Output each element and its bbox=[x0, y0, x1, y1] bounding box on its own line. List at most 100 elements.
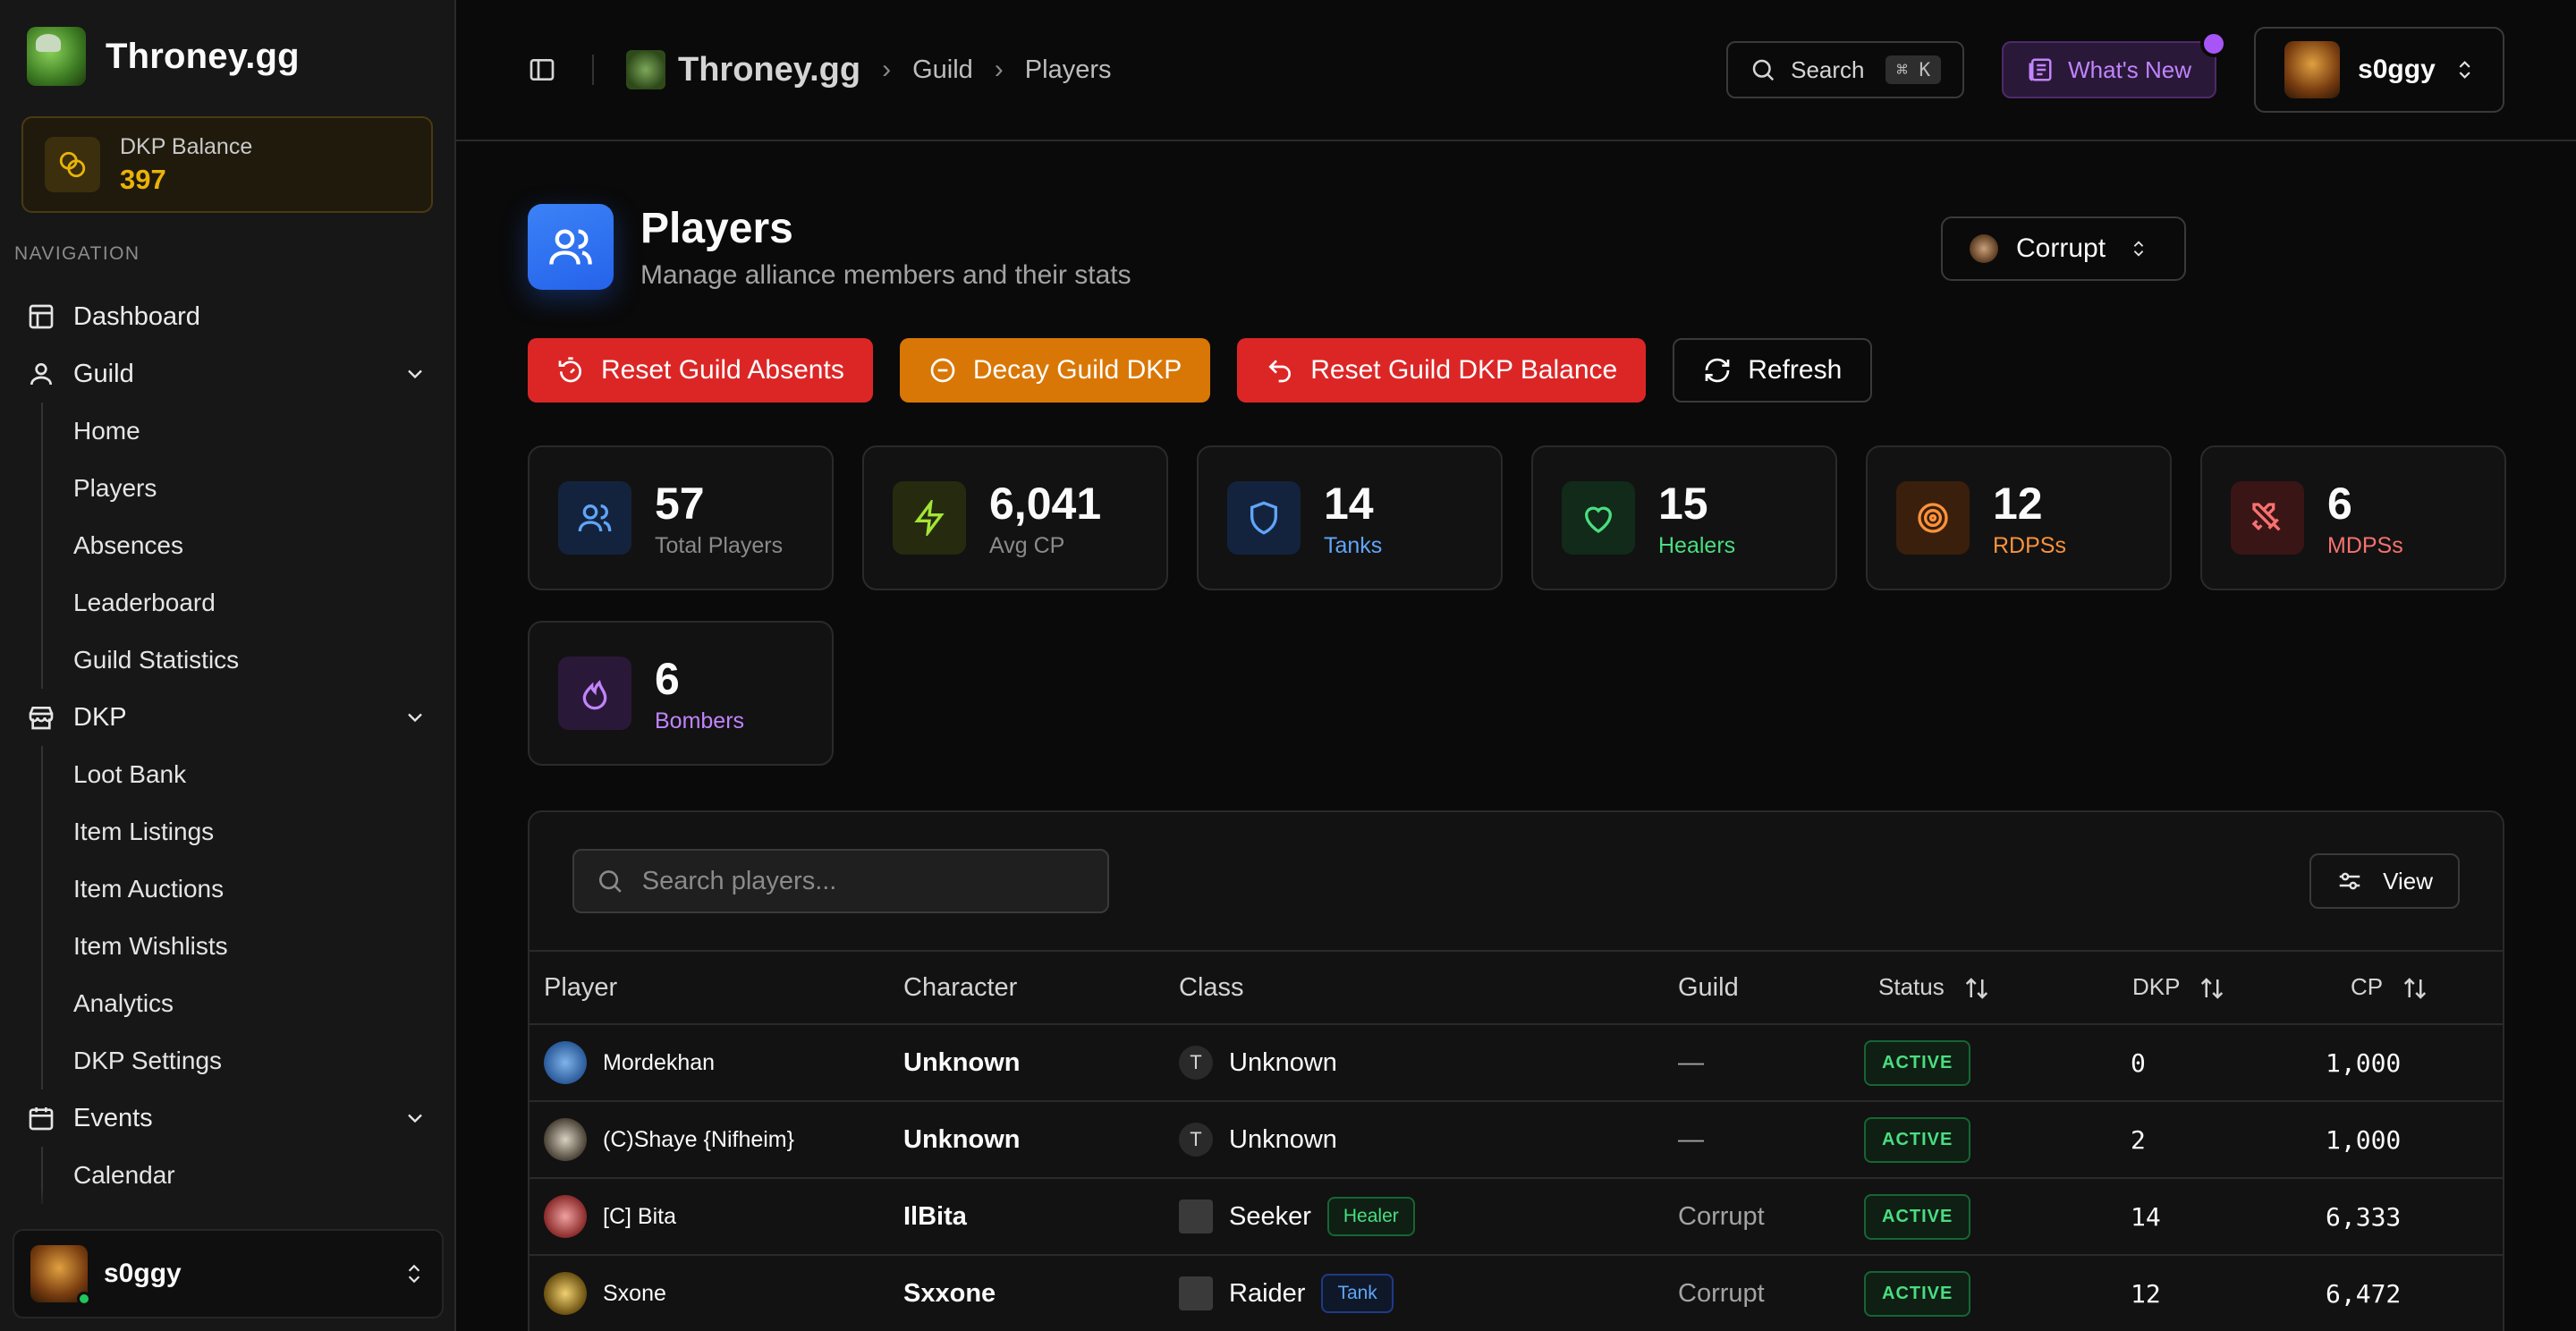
flame-icon bbox=[558, 657, 631, 730]
profile-username: s0ggy bbox=[2358, 55, 2436, 84]
users-icon bbox=[558, 481, 631, 555]
table-row[interactable]: [C] Bita IlBita Seeker Healer Corrupt ACT… bbox=[530, 1178, 2503, 1256]
player-name: (C)Shaye {Nifheim} bbox=[603, 1126, 794, 1152]
app-root: Throney.gg DKP Balance 397 NAVIGATION Da… bbox=[0, 0, 2576, 1331]
brand-logo bbox=[27, 27, 86, 86]
sidebar-item-guild[interactable]: Guild bbox=[0, 345, 454, 403]
dkp-value: 12 bbox=[2106, 1255, 2324, 1331]
column-label: CP bbox=[2351, 972, 2383, 1000]
button-label: Decay Guild DKP bbox=[972, 355, 1182, 385]
reset-guild-dkp-balance-button[interactable]: Reset Guild DKP Balance bbox=[1237, 338, 1647, 403]
search-shortcut: ⌘ K bbox=[1885, 55, 1942, 84]
sidebar-item-leaderboard[interactable]: Leaderboard bbox=[73, 574, 454, 632]
cp-value: 6,333 bbox=[2324, 1178, 2503, 1256]
heart-icon bbox=[1562, 481, 1635, 555]
guild-subnav: Home Players Absences Leaderboard Guild … bbox=[41, 403, 454, 689]
class-name: Raider bbox=[1229, 1278, 1306, 1308]
cp-value: 1,000 bbox=[2324, 1024, 2503, 1102]
column-header-dkp[interactable]: DKP bbox=[2106, 950, 2324, 1025]
sidebar: Throney.gg DKP Balance 397 NAVIGATION Da… bbox=[0, 0, 456, 1331]
sidebar-fade bbox=[0, 1188, 454, 1215]
column-header-cp[interactable]: CP bbox=[2324, 950, 2503, 1025]
class-name: Seeker bbox=[1229, 1201, 1311, 1231]
minus-circle-icon bbox=[930, 358, 955, 383]
stat-value: 15 bbox=[1658, 478, 1708, 529]
chevrons-up-down-icon bbox=[2459, 61, 2470, 79]
breadcrumb-guild[interactable]: Guild bbox=[912, 55, 973, 85]
sidebar-item-item-wishlists[interactable]: Item Wishlists bbox=[73, 918, 454, 975]
table-row[interactable]: (C)Shaye {Nifheim} Unknown T Unknown — AC… bbox=[530, 1101, 2503, 1179]
status-badge: ACTIVE bbox=[1864, 1193, 1971, 1240]
user-icon bbox=[30, 363, 52, 386]
stat-label: Avg CP bbox=[989, 532, 1065, 558]
search-input[interactable] bbox=[641, 866, 1086, 896]
sidebar-item-item-listings[interactable]: Item Listings bbox=[73, 803, 454, 860]
whats-new-button[interactable]: What's New bbox=[2002, 30, 2227, 98]
divider bbox=[592, 55, 594, 85]
dkp-value: 0 bbox=[2106, 1024, 2324, 1102]
profile-menu[interactable]: s0ggy bbox=[2254, 27, 2504, 113]
guild-select-value: Corrupt bbox=[2016, 233, 2106, 263]
sidebar-item-label: DKP bbox=[73, 702, 127, 732]
table-toolbar: View bbox=[530, 812, 2503, 950]
sidebar-item-analytics[interactable]: Analytics bbox=[73, 975, 454, 1032]
view-label: View bbox=[2383, 867, 2433, 894]
brand[interactable]: Throney.gg bbox=[0, 0, 454, 113]
character-name: Unknown bbox=[903, 1024, 1179, 1102]
sidebar-item-events[interactable]: Events bbox=[0, 1089, 454, 1147]
column-header-status[interactable]: Status bbox=[1857, 950, 2106, 1025]
search-button[interactable]: Search ⌘ K bbox=[1726, 41, 1965, 98]
reset-guild-absents-button[interactable]: Reset Guild Absents bbox=[528, 338, 873, 403]
sidebar-item-guild-statistics[interactable]: Guild Statistics bbox=[73, 632, 454, 689]
stat-mdps: 6 MDPSs bbox=[2200, 445, 2506, 590]
role-badge: Healer bbox=[1326, 1197, 1415, 1236]
column-label: Status bbox=[1878, 972, 1945, 1000]
sidebar-user-menu[interactable]: s0ggy bbox=[13, 1229, 444, 1318]
stat-value: 6 bbox=[2327, 478, 2352, 529]
sidebar-item-label: Events bbox=[73, 1103, 153, 1132]
sidebar-item-loot-bank[interactable]: Loot Bank bbox=[73, 746, 454, 803]
stat-value: 12 bbox=[1993, 478, 2043, 529]
page-title: Players bbox=[640, 204, 793, 252]
player-name: Sxone bbox=[603, 1280, 666, 1306]
view-options-button[interactable]: View bbox=[2309, 853, 2460, 909]
chevron-down-icon[interactable] bbox=[402, 705, 428, 730]
timer-reset-icon bbox=[558, 357, 581, 383]
sliders-icon bbox=[2339, 872, 2360, 890]
stat-value: 57 bbox=[655, 478, 705, 529]
sidebar-item-dkp-settings[interactable]: DKP Settings bbox=[73, 1032, 454, 1089]
stat-healers: 15 Healers bbox=[1531, 445, 1837, 590]
chevron-down-icon[interactable] bbox=[402, 361, 428, 386]
table-row[interactable]: Mordekhan Unknown T Unknown — ACTIVE 0 1,… bbox=[530, 1024, 2503, 1102]
sort-icon bbox=[2201, 978, 2224, 999]
store-icon bbox=[29, 707, 54, 730]
table-header-row: Player Character Class Guild Status DKP bbox=[530, 950, 2503, 1025]
sidebar-item-dashboard[interactable]: Dashboard bbox=[0, 288, 454, 345]
chevron-down-icon[interactable] bbox=[402, 1106, 428, 1131]
player-name: Mordekhan bbox=[603, 1049, 716, 1075]
sidebar-item-absences[interactable]: Absences bbox=[73, 517, 454, 574]
sidebar-item-item-auctions[interactable]: Item Auctions bbox=[73, 860, 454, 918]
button-label: Reset Guild Absents bbox=[601, 355, 844, 385]
online-status-dot bbox=[77, 1292, 91, 1306]
action-bar: Reset Guild Absents Decay Guild DKP Rese… bbox=[528, 338, 2504, 403]
sidebar-toggle-icon[interactable] bbox=[528, 55, 556, 84]
stat-value: 14 bbox=[1324, 478, 1374, 529]
shield-icon bbox=[1227, 481, 1301, 555]
sidebar-item-home[interactable]: Home bbox=[73, 403, 454, 460]
guild-select[interactable]: Corrupt bbox=[1941, 216, 2186, 281]
breadcrumb: Throney.gg › Guild › Players bbox=[626, 50, 1111, 89]
role-badge: Tank bbox=[1321, 1274, 1394, 1313]
sidebar-item-players[interactable]: Players bbox=[73, 460, 454, 517]
sidebar-item-dkp[interactable]: DKP bbox=[0, 689, 454, 746]
page-content: Players Manage alliance members and thei… bbox=[456, 141, 2576, 1331]
stat-label: Bombers bbox=[655, 708, 745, 733]
decay-guild-dkp-button[interactable]: Decay Guild DKP bbox=[899, 338, 1211, 403]
dkp-value: 2 bbox=[2106, 1101, 2324, 1179]
chevrons-up-down-icon bbox=[2133, 241, 2144, 257]
class-name: Unknown bbox=[1229, 1047, 1337, 1077]
coins-icon bbox=[45, 137, 100, 192]
refresh-button[interactable]: Refresh bbox=[1673, 338, 1873, 403]
breadcrumb-home[interactable]: Throney.gg bbox=[626, 50, 860, 89]
table-row[interactable]: Sxone Sxxone Raider Tank Corrupt ACTIVE 1… bbox=[530, 1255, 2503, 1331]
